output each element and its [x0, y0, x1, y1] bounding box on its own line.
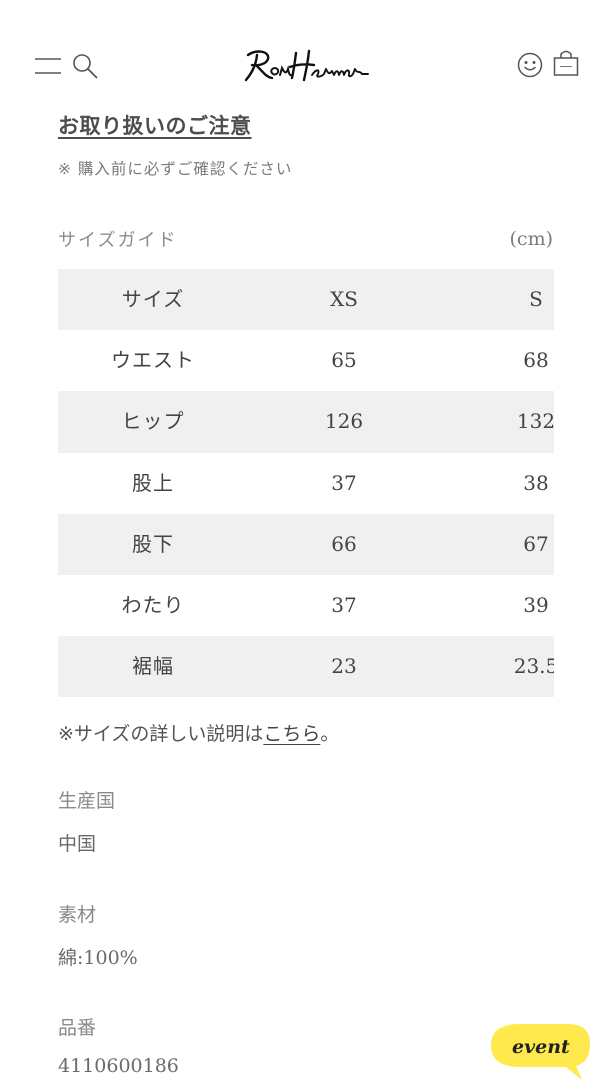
- row-xs-value: 23: [331, 654, 357, 679]
- row-label: ヒップ: [121, 409, 185, 434]
- product-number-value: 4110600186: [58, 1055, 179, 1077]
- table-row: わたり 37 39: [58, 575, 554, 636]
- event-badge-label: event: [512, 1036, 570, 1058]
- size-table-header-row: サイズ XS S: [58, 269, 554, 331]
- table-row: 股上 37 38: [58, 453, 554, 514]
- row-xs-value: 66: [331, 531, 357, 556]
- header-size-xs: XS: [330, 287, 358, 311]
- row-s-value: 68: [523, 348, 549, 373]
- account-smiley-icon[interactable]: [516, 51, 544, 79]
- row-s-value: 39: [523, 592, 549, 617]
- row-label: わたり: [121, 592, 185, 617]
- row-label: 裾幅: [132, 654, 174, 679]
- handling-notice-link[interactable]: お取り扱いのご注意: [58, 110, 252, 140]
- row-xs-value: 37: [331, 470, 357, 495]
- size-unit: (cm): [509, 228, 553, 250]
- header-size-label: サイズ: [121, 287, 185, 311]
- row-xs-value: 126: [324, 409, 364, 434]
- row-xs-value: 65: [331, 348, 357, 373]
- row-s-value: 38: [523, 470, 549, 495]
- row-xs-value: 37: [331, 592, 357, 617]
- size-table: サイズ XS S ウエスト 65 68 ヒップ 126 132 股上 37 38…: [58, 269, 554, 697]
- ron-herman-logo[interactable]: [242, 47, 370, 85]
- row-s-value: 67: [523, 531, 549, 556]
- event-badge-button[interactable]: event: [490, 1022, 591, 1080]
- search-icon[interactable]: [70, 52, 100, 80]
- row-s-value: 23.5: [513, 654, 554, 679]
- material-label: 素材: [58, 904, 97, 926]
- origin-value: 中国: [58, 833, 97, 855]
- table-row: ウエスト 65 68: [58, 330, 554, 391]
- row-label: 股上: [132, 470, 174, 495]
- product-number-label: 品番: [58, 1017, 97, 1039]
- table-row: 裾幅 23 23.5: [58, 636, 554, 697]
- size-guide-title: サイズガイド: [58, 230, 178, 251]
- origin-label: 生産国: [58, 790, 116, 812]
- row-s-value: 132: [516, 409, 554, 434]
- table-row: ヒップ 126 132: [58, 391, 554, 453]
- header-size-s: S: [529, 287, 543, 311]
- notice-subtitle: ※ 購入前に必ずご確認ください: [58, 160, 293, 178]
- row-label: 股下: [132, 531, 174, 556]
- size-note-prefix: ※サイズの詳しい説明は: [58, 723, 264, 745]
- shopping-bag-icon[interactable]: [552, 48, 580, 78]
- size-note: ※サイズの詳しい説明はこちら。: [58, 719, 339, 746]
- material-value: 綿:100%: [58, 947, 138, 969]
- size-detail-link[interactable]: こちら: [263, 723, 320, 745]
- hamburger-menu-icon[interactable]: [33, 55, 63, 77]
- table-row: 股下 66 67: [58, 513, 554, 575]
- size-note-suffix: 。: [320, 723, 340, 745]
- row-label: ウエスト: [111, 348, 195, 373]
